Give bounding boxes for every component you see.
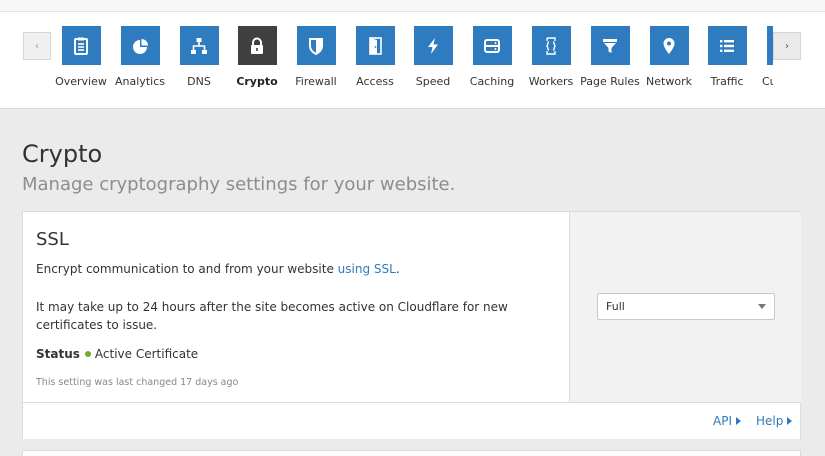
api-link[interactable]: API <box>713 414 741 428</box>
top-strip <box>0 0 825 12</box>
list-icon <box>707 26 747 65</box>
nav-scroll-right-button[interactable]: › <box>773 32 801 60</box>
nav-item-overview[interactable]: Overview <box>48 26 114 88</box>
caret-right-icon <box>735 417 741 425</box>
nav-label: Network <box>646 75 692 88</box>
door-icon <box>355 26 395 65</box>
code-braces-icon <box>531 26 571 65</box>
page-subtitle: Manage cryptography settings for your we… <box>22 174 456 195</box>
nav-item-network[interactable]: Network <box>636 26 702 88</box>
filter-icon <box>590 26 630 65</box>
ssl-card-body: SSL Encrypt communication to and from yo… <box>23 212 569 402</box>
nav-scroll-left-button[interactable]: ‹ <box>23 32 51 60</box>
using-ssl-link[interactable]: using SSL <box>338 262 396 276</box>
nav-label: DNS <box>187 75 211 88</box>
certificate-note: It may take up to 24 hours after the sit… <box>36 300 508 332</box>
nav-item-speed[interactable]: Speed <box>400 26 466 88</box>
shield-icon <box>296 26 336 65</box>
nav-label: Access <box>356 75 394 88</box>
nav-label: Traffic <box>710 75 744 88</box>
ssl-card-control-panel: Full <box>569 212 801 402</box>
nav-item-dns[interactable]: DNS <box>166 26 232 88</box>
nav-item-firewall[interactable]: Firewall <box>283 26 349 88</box>
ssl-description: Encrypt communication to and from your w… <box>36 262 400 276</box>
caret-right-icon <box>787 417 793 425</box>
nav-label: Crypto <box>236 75 278 88</box>
lock-icon <box>237 26 277 65</box>
nav-item-page-rules[interactable]: Page Rules <box>577 26 643 88</box>
network-tree-icon <box>179 26 219 65</box>
nav-label: Firewall <box>295 75 337 88</box>
nav-label: Speed <box>415 75 451 88</box>
next-settings-card <box>22 450 801 456</box>
nav-item-caching[interactable]: Caching <box>459 26 525 88</box>
card-title: SSL <box>36 229 69 250</box>
status-label: Status <box>36 347 80 361</box>
nav-item-crypto[interactable]: Crypto <box>224 26 290 88</box>
last-changed-text: This setting was last changed 17 days ag… <box>36 377 239 388</box>
clipboard-icon <box>61 26 101 65</box>
nav-label: Analytics <box>115 75 165 88</box>
nav-label: Caching <box>469 75 515 88</box>
api-link-label: API <box>713 414 732 428</box>
nav-item-analytics[interactable]: Analytics <box>107 26 173 88</box>
nav-label: Cu <box>762 75 773 88</box>
help-link-label: Help <box>756 414 784 428</box>
help-link[interactable]: Help <box>756 414 793 428</box>
lightning-icon <box>413 26 453 65</box>
page-title: Crypto <box>22 140 103 168</box>
ssl-mode-value: Full <box>606 300 625 313</box>
nav-label: Overview <box>55 75 107 88</box>
card-footer: API Help <box>23 402 800 439</box>
status-value: Active Certificate <box>94 347 199 361</box>
nav-item-custom[interactable]: Cu <box>753 26 773 88</box>
ssl-description-end: . <box>395 262 400 276</box>
server-icon <box>472 26 512 65</box>
status-row: Status Active Certificate <box>36 347 198 361</box>
nav-label: Workers <box>528 75 574 88</box>
feature-nav-bar: ‹ Overview Analytics DNS Crypto Firewall <box>0 12 825 109</box>
pie-chart-icon <box>120 26 160 65</box>
nav-item-traffic[interactable]: Traffic <box>694 26 760 88</box>
ssl-description-text: Encrypt communication to and from your w… <box>36 262 338 276</box>
nav-label: Page Rules <box>580 75 640 88</box>
nav-item-access[interactable]: Access <box>342 26 408 88</box>
ssl-mode-select[interactable]: Full <box>597 293 775 320</box>
status-dot-icon <box>84 351 91 357</box>
location-pin-icon <box>649 26 689 65</box>
ssl-settings-card: SSL Encrypt communication to and from yo… <box>22 211 801 439</box>
chevron-down-icon <box>758 304 766 309</box>
nav-item-workers[interactable]: Workers <box>518 26 584 88</box>
